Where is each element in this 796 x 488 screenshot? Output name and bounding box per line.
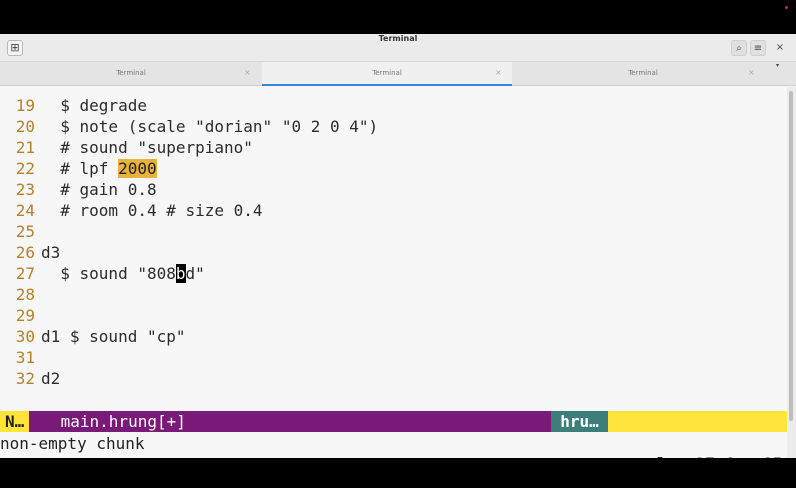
line-number: 26 <box>15 243 35 262</box>
line-code: # lpf 2000 <box>41 158 157 179</box>
line-code: # gain 0.8 <box>41 180 157 199</box>
hamburger-menu-icon[interactable]: ≡ <box>750 40 766 56</box>
line-code: $ degrade <box>41 96 147 115</box>
scrollbar[interactable] <box>787 87 796 458</box>
code-text: d" <box>185 264 205 283</box>
line-number: 21 <box>15 138 35 157</box>
line-code: $ note (scale "dorian" "0 2 0 4") <box>41 117 379 136</box>
tab-terminal-1[interactable]: Terminal × <box>0 62 262 86</box>
new-tab-icon[interactable]: ⊞ <box>7 40 23 56</box>
line-code: # sound "superpiano" <box>41 138 253 157</box>
scrollbar-thumb[interactable] <box>789 91 793 421</box>
tab-bar: Terminal × Terminal × Terminal × ▾ <box>0 62 796 86</box>
tab-terminal-3[interactable]: Terminal × <box>512 62 774 86</box>
bottom-black-bar <box>0 458 796 488</box>
line-code: $ sound "808bd" <box>41 263 205 284</box>
line-number: 31 <box>15 348 35 367</box>
top-black-bar <box>0 0 796 34</box>
search-icon[interactable]: ⌕ <box>731 40 747 56</box>
line-number: 30 <box>15 327 35 346</box>
line-code: # room 0.4 # size 0.4 <box>41 201 263 220</box>
code-text: $ sound "808 <box>41 264 176 283</box>
window-title: Terminal <box>378 34 418 43</box>
line-code: d2 <box>41 369 61 388</box>
tab-close-icon[interactable]: × <box>748 62 755 84</box>
cursor-position: 6% ln :27 Co :15 <box>608 411 787 473</box>
line-number: 24 <box>15 201 35 220</box>
file-name: main.hrung[+] <box>51 412 186 431</box>
file-type: hru… <box>551 411 608 432</box>
command-line: non-empty chunk <box>0 432 787 456</box>
recording-dot <box>785 6 788 9</box>
mode-indicator: N… <box>0 411 30 432</box>
vim-statusline: N… main.hrung[+] hru… 6% ln :27 Co :15 <box>0 411 787 473</box>
terminal-content[interactable]: 19 $ degrade 20 $ note (scale "dorian" "… <box>0 87 787 458</box>
line-number: 28 <box>15 285 35 304</box>
text-cursor: b <box>175 264 186 283</box>
close-window-icon[interactable]: × <box>772 40 788 56</box>
tab-label: Terminal <box>628 69 658 77</box>
tab-close-icon[interactable]: × <box>495 62 502 84</box>
line-number: 32 <box>15 369 35 388</box>
code-text: # lpf <box>41 159 119 178</box>
line-number: 19 <box>15 96 35 115</box>
tab-label: Terminal <box>116 69 146 77</box>
search-highlight: 2000 <box>118 159 157 178</box>
line-number: 23 <box>15 180 35 199</box>
line-number: 27 <box>15 264 35 283</box>
line-number: 29 <box>15 306 35 325</box>
tab-overflow-chevron-icon[interactable]: ▾ <box>776 62 779 69</box>
terminal-window: ⊞ Terminal ⌕ ≡ × Terminal × Terminal × T… <box>0 34 796 458</box>
title-bar: ⊞ Terminal ⌕ ≡ × <box>0 34 796 62</box>
line-number: 25 <box>15 222 35 241</box>
line-number: 20 <box>15 117 35 136</box>
line-number: 22 <box>15 159 35 178</box>
line-code: d1 $ sound "cp" <box>41 327 186 346</box>
tab-close-icon[interactable]: × <box>244 62 251 84</box>
tab-label: Terminal <box>372 69 402 77</box>
tab-terminal-2[interactable]: Terminal × <box>262 62 512 86</box>
line-code: d3 <box>41 243 61 262</box>
